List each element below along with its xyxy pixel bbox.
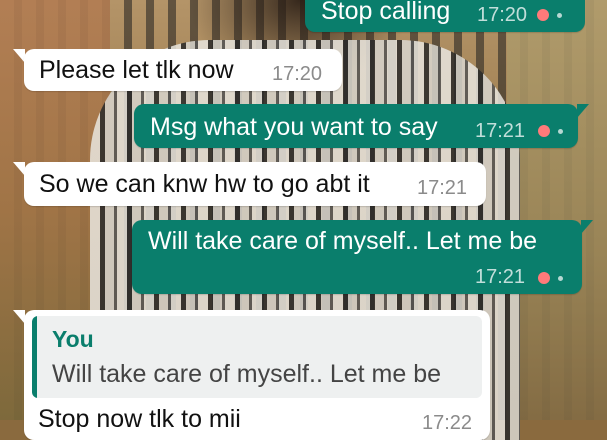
pending-status-icon	[538, 271, 564, 285]
message-time: 17:20	[477, 4, 528, 26]
quote-accent-bar	[32, 316, 37, 398]
message-time: 17:21	[475, 120, 526, 142]
bubble-tail	[577, 104, 589, 118]
message-text: Stop now tlk to mii	[38, 405, 241, 433]
message-text: Msg what you want to say	[150, 113, 438, 141]
pending-status-icon	[538, 124, 564, 138]
message-time: 17:22	[422, 412, 473, 434]
message-time: 17:21	[417, 177, 468, 199]
message-bubble-incoming[interactable]: So we can knw hw to go abt it 17:21	[24, 162, 486, 206]
message-text: So we can knw hw to go abt it	[39, 170, 370, 198]
message-bubble-incoming[interactable]: Please let tlk now 17:20	[24, 49, 342, 91]
message-bubble-incoming-reply[interactable]: You Will take care of myself.. Let me be…	[24, 310, 490, 440]
quoted-message[interactable]: You Will take care of myself.. Let me be	[32, 316, 482, 398]
message-text: Will take care of myself.. Let me be	[148, 227, 538, 255]
message-text: Please let tlk now	[39, 56, 234, 84]
message-bubble-outgoing[interactable]: Will take care of myself.. Let me be 17:…	[132, 220, 582, 294]
message-text: Stop calling	[321, 0, 451, 25]
quote-author: You	[52, 326, 94, 352]
message-bubble-outgoing[interactable]: Stop calling 17:20	[305, 0, 585, 32]
quote-text: Will take care of myself.. Let me be	[52, 360, 442, 388]
wallpaper-right-area	[507, 0, 607, 420]
bubble-tail	[581, 220, 593, 234]
message-time: 17:20	[272, 63, 323, 85]
message-bubble-outgoing[interactable]: Msg what you want to say 17:21	[134, 104, 578, 148]
message-time: 17:21	[475, 266, 526, 288]
pending-status-icon	[537, 8, 563, 22]
